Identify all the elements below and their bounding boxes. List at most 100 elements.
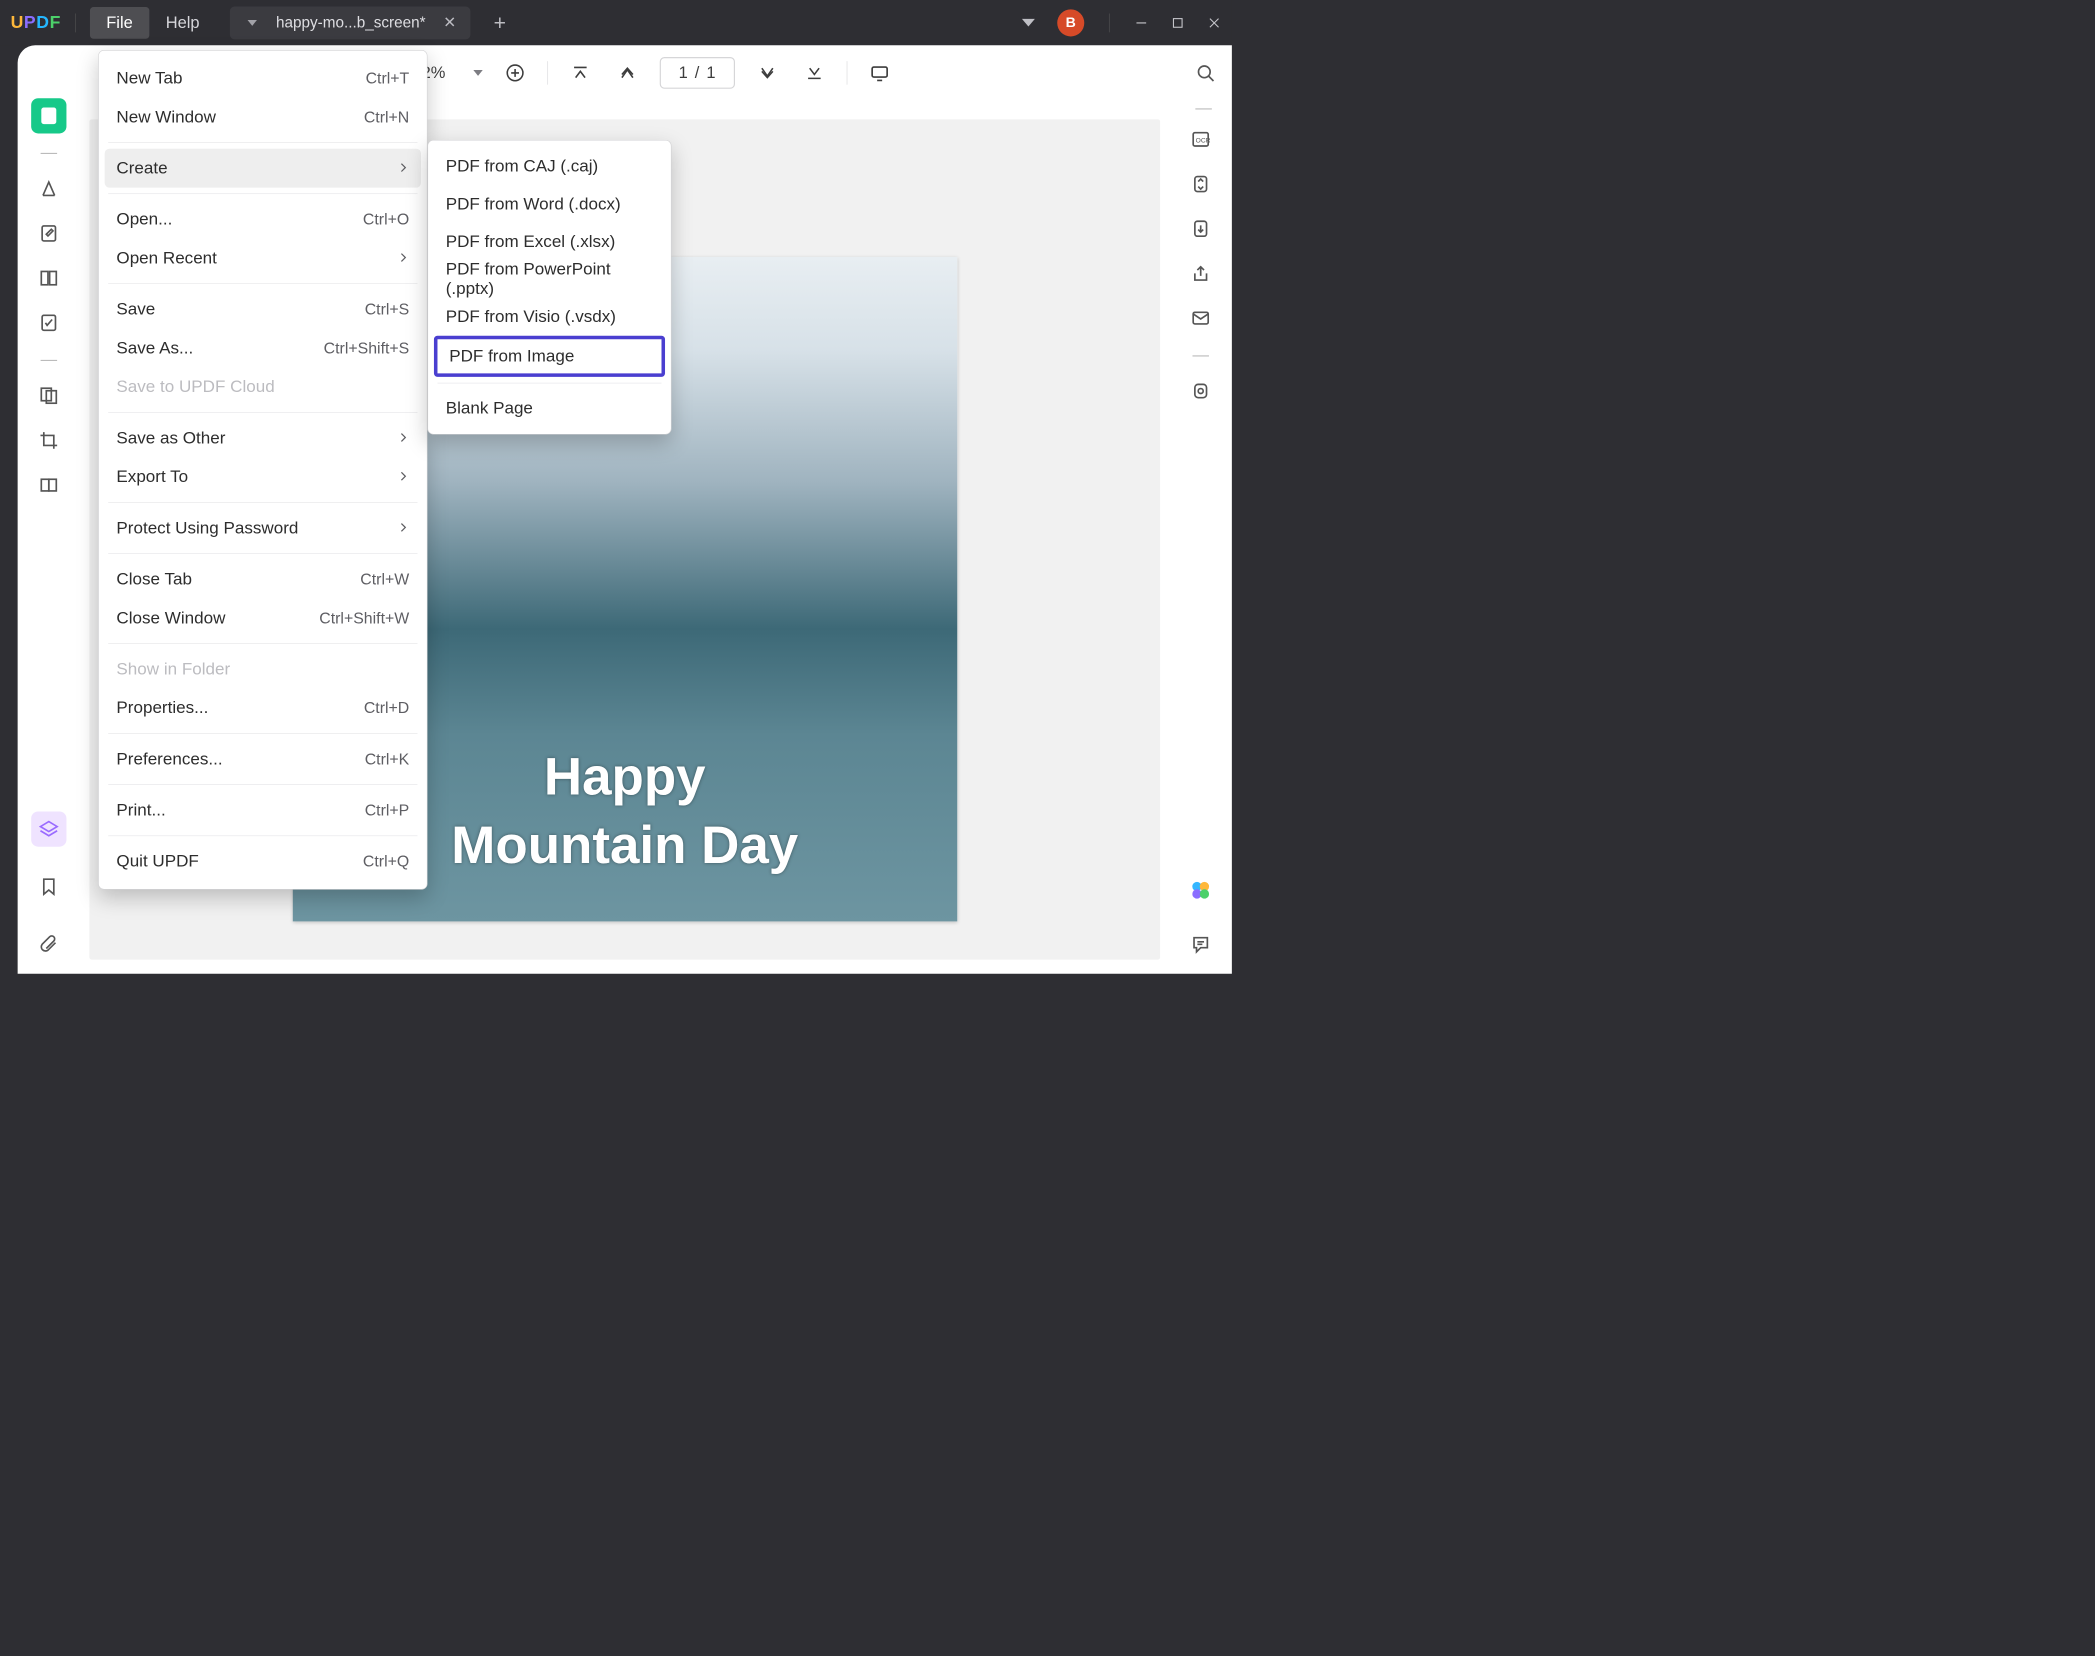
left-tool-rail: — — <box>22 98 75 503</box>
tab-dropdown-icon[interactable] <box>248 20 257 26</box>
reader-tool[interactable] <box>31 98 66 133</box>
menu-separator <box>108 412 417 413</box>
last-page-button[interactable] <box>799 58 828 87</box>
new-tab-button[interactable]: + <box>494 10 506 35</box>
page-current: 1 <box>679 64 688 83</box>
create-pdf-from-visio[interactable]: PDF from Visio (.vsdx) <box>428 298 671 336</box>
rail-separator: — <box>41 350 57 369</box>
create-pdf-from-powerpoint[interactable]: PDF from PowerPoint (.pptx) <box>428 260 671 298</box>
first-page-button[interactable] <box>565 58 594 87</box>
batch-button[interactable] <box>1183 373 1218 408</box>
menu-separator <box>108 502 417 503</box>
menu-separator <box>437 383 661 384</box>
convert-button[interactable] <box>1183 166 1218 201</box>
chevron-right-icon <box>397 248 409 267</box>
right-rail-bottom <box>1174 879 1227 962</box>
file-menu-create[interactable]: Create <box>105 149 421 188</box>
organize-tool[interactable] <box>31 378 66 413</box>
window-close-icon[interactable] <box>1207 16 1221 30</box>
file-menu-protect[interactable]: Protect Using Password <box>99 509 427 548</box>
menu-separator <box>108 142 417 143</box>
create-pdf-from-caj[interactable]: PDF from CAJ (.caj) <box>428 148 671 186</box>
compare-tool[interactable] <box>31 467 66 502</box>
file-menu-preferences[interactable]: Preferences...Ctrl+K <box>99 740 427 779</box>
window-maximize-icon[interactable] <box>1171 16 1185 30</box>
menu-separator <box>108 836 417 837</box>
separator <box>547 61 548 85</box>
title-bar: UPDF File Help happy-mo...b_screen* ✕ + … <box>0 0 1232 45</box>
highlight-tool[interactable] <box>31 171 66 206</box>
email-button[interactable] <box>1183 300 1218 335</box>
menu-separator <box>108 553 417 554</box>
user-avatar[interactable]: B <box>1057 9 1084 36</box>
file-menu-save-as[interactable]: Save As...Ctrl+Shift+S <box>99 329 427 368</box>
chevron-right-icon <box>397 158 409 177</box>
divider <box>75 13 76 32</box>
menu-help[interactable]: Help <box>149 7 216 39</box>
file-menu-quit[interactable]: Quit UPDFCtrl+Q <box>99 842 427 881</box>
menu-separator <box>108 193 417 194</box>
zoom-dropdown-icon[interactable] <box>473 70 482 76</box>
file-menu-save-other[interactable]: Save as Other <box>99 419 427 458</box>
document-tab[interactable]: happy-mo...b_screen* ✕ <box>230 6 470 39</box>
file-menu-export-to[interactable]: Export To <box>99 457 427 496</box>
create-pdf-from-excel[interactable]: PDF from Excel (.xlsx) <box>428 223 671 261</box>
presentation-button[interactable] <box>865 58 894 87</box>
file-menu-save-cloud: Save to UPDF Cloud <box>99 368 427 407</box>
create-pdf-from-image[interactable]: PDF from Image <box>434 336 665 377</box>
file-menu-open-recent[interactable]: Open Recent <box>99 239 427 278</box>
file-menu-properties[interactable]: Properties...Ctrl+D <box>99 689 427 728</box>
file-menu-new-tab[interactable]: New TabCtrl+T <box>99 59 427 98</box>
chevron-right-icon <box>397 428 409 447</box>
bookmark-button[interactable] <box>31 869 66 904</box>
create-blank-page[interactable]: Blank Page <box>428 389 671 427</box>
attachment-button[interactable] <box>31 927 66 962</box>
comment-button[interactable] <box>1183 927 1218 962</box>
crop-tool[interactable] <box>31 423 66 458</box>
window-minimize-icon[interactable] <box>1134 16 1148 30</box>
chevron-right-icon <box>397 518 409 537</box>
page-overlay-text: Happy Mountain Day <box>451 743 798 881</box>
rail-collapse-icon[interactable]: — <box>41 143 57 162</box>
menu-separator <box>108 283 417 284</box>
file-menu-print[interactable]: Print...Ctrl+P <box>99 791 427 830</box>
app-logo: UPDF <box>11 13 61 33</box>
tab-title: happy-mo...b_screen* <box>276 14 426 32</box>
search-button[interactable] <box>1190 57 1223 90</box>
right-tool-rail: OCR — <box>1174 122 1227 409</box>
rail-collapse-icon[interactable]: — <box>1195 98 1211 117</box>
file-menu-close-window[interactable]: Close WindowCtrl+Shift+W <box>99 599 427 638</box>
save-cloud-button[interactable] <box>1183 211 1218 246</box>
edit-tool[interactable] <box>31 216 66 251</box>
file-menu-show-folder: Show in Folder <box>99 650 427 689</box>
page-sep: / <box>695 64 700 83</box>
zoom-in-button[interactable] <box>500 58 529 87</box>
page-indicator[interactable]: 1 / 1 <box>659 57 734 89</box>
left-rail-bottom <box>22 811 75 962</box>
divider <box>1109 13 1110 32</box>
share-button[interactable] <box>1183 256 1218 291</box>
file-menu-close-tab[interactable]: Close TabCtrl+W <box>99 560 427 599</box>
file-menu-open[interactable]: Open...Ctrl+O <box>99 200 427 239</box>
form-tool[interactable] <box>31 305 66 340</box>
layers-button[interactable] <box>31 811 66 846</box>
menu-separator <box>108 784 417 785</box>
chevron-right-icon <box>397 467 409 486</box>
window-menu-caret-icon[interactable] <box>1022 19 1035 27</box>
tab-close-icon[interactable]: ✕ <box>440 14 460 32</box>
create-submenu: PDF from CAJ (.caj) PDF from Word (.docx… <box>427 140 671 435</box>
page-view-tool[interactable] <box>31 260 66 295</box>
svg-text:OCR: OCR <box>1196 138 1211 145</box>
menu-file[interactable]: File <box>90 7 149 39</box>
prev-page-button[interactable] <box>612 58 641 87</box>
updf-ai-button[interactable] <box>1190 879 1212 904</box>
separator <box>846 61 847 85</box>
menu-separator <box>108 733 417 734</box>
file-menu-new-window[interactable]: New WindowCtrl+N <box>99 98 427 137</box>
ocr-button[interactable]: OCR <box>1183 122 1218 157</box>
rail-separator: — <box>1192 345 1208 364</box>
file-menu-save[interactable]: SaveCtrl+S <box>99 290 427 329</box>
file-menu: New TabCtrl+T New WindowCtrl+N Create Op… <box>98 50 427 890</box>
create-pdf-from-word[interactable]: PDF from Word (.docx) <box>428 185 671 223</box>
next-page-button[interactable] <box>752 58 781 87</box>
